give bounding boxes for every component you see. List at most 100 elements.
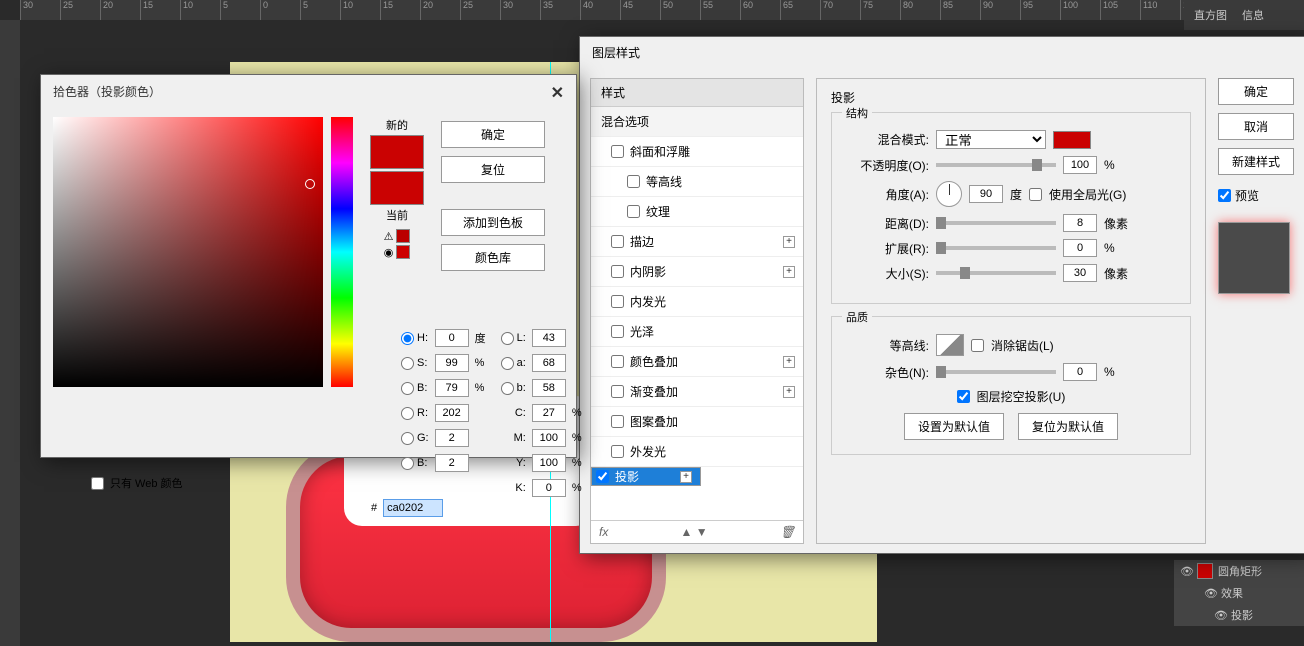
spread-slider[interactable]: [936, 246, 1056, 250]
hex-input[interactable]: [383, 499, 443, 517]
s-input[interactable]: [435, 354, 469, 372]
gamut-warn-swatch[interactable]: [396, 229, 410, 243]
noise-input[interactable]: [1063, 363, 1097, 381]
visibility-icon[interactable]: 👁: [1204, 587, 1216, 600]
style-outer-glow[interactable]: 外发光: [591, 437, 803, 467]
h-input[interactable]: [435, 329, 469, 347]
styles-header[interactable]: 样式: [591, 79, 803, 107]
angle-input[interactable]: [969, 185, 1003, 203]
web-only-check[interactable]: [91, 477, 104, 490]
drop-shadow-check[interactable]: [596, 470, 609, 483]
style-contour[interactable]: 等高线: [591, 167, 803, 197]
new-style-button[interactable]: 新建样式: [1218, 148, 1294, 175]
antialias-check[interactable]: [971, 339, 984, 352]
add-icon[interactable]: +: [783, 236, 795, 248]
brightness-input[interactable]: [435, 379, 469, 397]
b-radio[interactable]: [401, 382, 414, 395]
outer-glow-check[interactable]: [611, 445, 624, 458]
s-radio[interactable]: [401, 357, 414, 370]
close-icon[interactable]: ✕: [551, 83, 564, 103]
layer-row[interactable]: 👁 圆角矩形: [1174, 560, 1304, 582]
style-color-overlay[interactable]: 颜色叠加+: [591, 347, 803, 377]
inner-glow-check[interactable]: [611, 295, 624, 308]
g-radio[interactable]: [401, 432, 414, 445]
visibility-icon[interactable]: 👁: [1214, 609, 1226, 622]
add-icon[interactable]: +: [680, 471, 692, 483]
lab-b-radio[interactable]: [501, 382, 514, 395]
warning-icon[interactable]: ⚠: [384, 230, 394, 243]
a-radio[interactable]: [501, 357, 514, 370]
angle-dial[interactable]: [936, 181, 962, 207]
saturation-value-area[interactable]: [53, 117, 323, 387]
layer-shadow-row[interactable]: 👁 投影: [1174, 604, 1304, 626]
blend-options[interactable]: 混合选项: [591, 107, 803, 137]
style-satin[interactable]: 光泽: [591, 317, 803, 347]
m-input[interactable]: [532, 429, 566, 447]
size-input[interactable]: [1063, 264, 1097, 282]
color-overlay-check[interactable]: [611, 355, 624, 368]
add-icon[interactable]: +: [783, 266, 795, 278]
r-input[interactable]: [435, 404, 469, 422]
add-icon[interactable]: +: [783, 386, 795, 398]
websafe-swatch[interactable]: [396, 245, 410, 259]
style-stroke[interactable]: 描边+: [591, 227, 803, 257]
arrows[interactable]: ▲ ▼: [681, 525, 708, 539]
l-input[interactable]: [532, 329, 566, 347]
add-icon[interactable]: +: [783, 356, 795, 368]
inner-shadow-check[interactable]: [611, 265, 624, 278]
r-radio[interactable]: [401, 407, 414, 420]
color-lib-button[interactable]: 颜色库: [441, 244, 545, 271]
opacity-input[interactable]: [1063, 156, 1097, 174]
trash-icon[interactable]: 🗑: [780, 525, 795, 539]
style-texture[interactable]: 纹理: [591, 197, 803, 227]
h-radio[interactable]: [401, 332, 414, 345]
distance-slider[interactable]: [936, 221, 1056, 225]
cube-icon[interactable]: ◉: [384, 246, 394, 259]
satin-check[interactable]: [611, 325, 624, 338]
style-bevel[interactable]: 斜面和浮雕: [591, 137, 803, 167]
grad-overlay-check[interactable]: [611, 385, 624, 398]
info-tab[interactable]: 信息: [1242, 7, 1264, 23]
opacity-slider[interactable]: [936, 163, 1056, 167]
layer-fx-row[interactable]: 👁 效果: [1174, 582, 1304, 604]
hue-slider[interactable]: [331, 117, 353, 387]
noise-slider[interactable]: [936, 370, 1056, 374]
style-drop-shadow[interactable]: 投影+: [591, 467, 701, 486]
size-slider[interactable]: [936, 271, 1056, 275]
l-radio[interactable]: [501, 332, 514, 345]
sv-cursor[interactable]: [305, 179, 315, 189]
shadow-color-swatch[interactable]: [1053, 131, 1091, 149]
contour-check[interactable]: [627, 175, 640, 188]
fx-icon[interactable]: fx: [599, 525, 608, 539]
knockout-check[interactable]: [957, 390, 970, 403]
stroke-check[interactable]: [611, 235, 624, 248]
histogram-tab[interactable]: 直方图: [1194, 7, 1227, 23]
style-inner-shadow[interactable]: 内阴影+: [591, 257, 803, 287]
ok-button[interactable]: 确定: [441, 121, 545, 148]
reset-button[interactable]: 复位: [441, 156, 545, 183]
rgb-b-radio[interactable]: [401, 457, 414, 470]
distance-input[interactable]: [1063, 214, 1097, 232]
k-input[interactable]: [532, 479, 566, 497]
style-inner-glow[interactable]: 内发光: [591, 287, 803, 317]
preview-check[interactable]: [1218, 189, 1231, 202]
cancel-button[interactable]: 取消: [1218, 113, 1294, 140]
c-input[interactable]: [532, 404, 566, 422]
bevel-check[interactable]: [611, 145, 624, 158]
pattern-overlay-check[interactable]: [611, 415, 624, 428]
lab-b-input[interactable]: [532, 379, 566, 397]
a-input[interactable]: [532, 354, 566, 372]
style-pattern-overlay[interactable]: 图案叠加: [591, 407, 803, 437]
style-grad-overlay[interactable]: 渐变叠加+: [591, 377, 803, 407]
visibility-icon[interactable]: 👁: [1180, 565, 1192, 578]
spread-input[interactable]: [1063, 239, 1097, 257]
global-light-check[interactable]: [1029, 188, 1042, 201]
set-default-button[interactable]: 设置为默认值: [904, 413, 1004, 440]
g-input[interactable]: [435, 429, 469, 447]
reset-default-button[interactable]: 复位为默认值: [1018, 413, 1118, 440]
blend-mode-select[interactable]: 正常: [936, 130, 1046, 149]
rgb-b-input[interactable]: [435, 454, 469, 472]
current-color-swatch[interactable]: [370, 171, 424, 205]
contour-picker[interactable]: [936, 334, 964, 356]
y-input[interactable]: [532, 454, 566, 472]
